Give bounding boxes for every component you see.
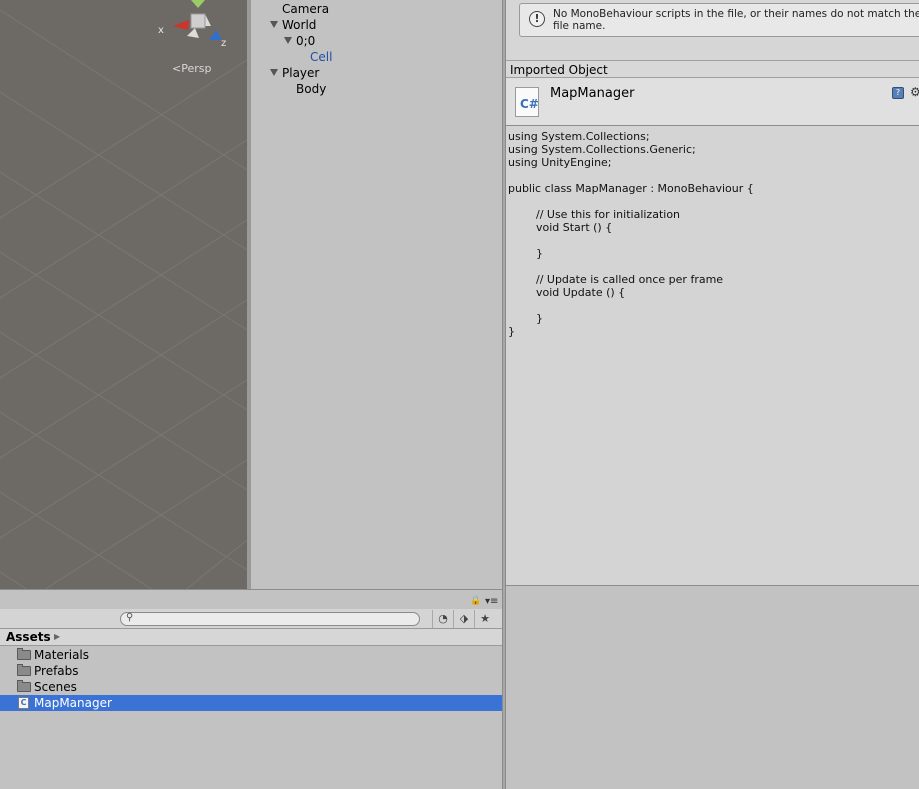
gizmo-x-cone[interactable] (173, 20, 189, 30)
asset-item-scenes[interactable]: Scenes (0, 679, 502, 695)
object-name: MapManager (550, 86, 635, 101)
gizmo-z-cone[interactable] (209, 30, 221, 40)
hierarchy-item-label: Camera (282, 2, 330, 16)
csharp-script-icon: C (18, 697, 29, 709)
hierarchy-item-0-0[interactable]: 0;0 (296, 33, 315, 49)
expand-arrow-icon[interactable] (270, 21, 278, 28)
hierarchy-item-label: Player (282, 66, 320, 80)
search-input[interactable] (120, 612, 420, 626)
panel-menu-icon[interactable]: ▾≡ (485, 596, 498, 607)
hierarchy-item-label: 0;0 (296, 34, 316, 48)
folder-icon (17, 664, 31, 676)
gizmo-center-cube[interactable] (190, 13, 206, 29)
csharp-file-icon: C# (515, 87, 539, 117)
hierarchy-panel: Camera World 0;0 Cell Player Body (250, 0, 503, 589)
hierarchy-item-camera[interactable]: Camera (282, 1, 329, 17)
inspector-panel: ! No MonoBehaviour scripts in the file, … (506, 0, 919, 585)
scene-grid (0, 9, 247, 589)
warning-icon: ! (529, 11, 545, 27)
expand-arrow-icon[interactable] (270, 69, 278, 76)
gear-icon[interactable]: ⚙ (910, 85, 919, 99)
asset-label: Materials (34, 648, 90, 662)
hierarchy-item-cell[interactable]: Cell (310, 49, 332, 65)
assets-breadcrumb: Assets ▶ (0, 629, 502, 646)
folder-icon (17, 680, 31, 692)
search-icon: ⚲ (126, 612, 134, 623)
script-preview: using System.Collections; using System.C… (506, 126, 919, 585)
warning-helpbox: ! No MonoBehaviour scripts in the file, … (519, 3, 919, 37)
orientation-gizmo[interactable]: x z (155, 0, 235, 60)
hierarchy-item-player[interactable]: Player (282, 65, 319, 81)
gizmo-y-cone[interactable] (191, 0, 205, 8)
search-by-label-button[interactable]: ⬗ (453, 610, 474, 628)
project-tab-strip (0, 589, 502, 609)
hierarchy-item-body[interactable]: Body (296, 81, 326, 97)
gizmo-z-label: z (221, 38, 226, 49)
inspector-empty-area (506, 585, 919, 789)
assets-list: Materials Prefabs Scenes C MapManager (0, 646, 502, 789)
tag-icon: ⬗ (459, 612, 469, 625)
asset-label: MapManager (34, 696, 112, 710)
imported-object-header: Imported Object (506, 60, 919, 78)
expand-arrow-icon[interactable] (284, 37, 292, 44)
gizmo-x-label: x (158, 25, 164, 36)
chevron-right-icon: ▶ (54, 632, 61, 641)
script-code: using System.Collections; using System.C… (508, 130, 754, 338)
shapes-icon: ◔ (438, 612, 448, 625)
star-icon: ★ (480, 612, 490, 625)
persp-toggle[interactable]: <Persp (172, 62, 211, 75)
scene-view[interactable]: x z <Persp (0, 0, 247, 589)
search-by-type-button[interactable]: ◔ (432, 610, 453, 628)
warning-text: No MonoBehaviour scripts in the file, or… (553, 8, 919, 32)
hierarchy-item-label: Body (296, 82, 327, 96)
asset-label: Scenes (34, 680, 77, 694)
object-header: C# MapManager ? ⚙ (506, 78, 919, 126)
section-label: Imported Object (510, 63, 608, 77)
breadcrumb-assets[interactable]: Assets (6, 630, 51, 644)
file-icon-glyph: C# (520, 97, 539, 111)
favorites-button[interactable]: ★ (474, 610, 495, 628)
project-toolbar: ⚲ ◔ ⬗ ★ (0, 609, 502, 629)
persp-label: Persp (181, 62, 212, 75)
chevron-left-icon: < (172, 62, 182, 75)
asset-label: Prefabs (34, 664, 79, 678)
asset-item-mapmanager[interactable]: C MapManager (0, 695, 502, 711)
asset-item-materials[interactable]: Materials (0, 647, 502, 663)
hierarchy-item-label: Cell (310, 50, 333, 64)
lock-icon[interactable]: 🔒 (470, 596, 481, 606)
hierarchy-item-label: World (282, 18, 317, 32)
hierarchy-item-world[interactable]: World (282, 17, 316, 33)
help-icon[interactable]: ? (892, 87, 904, 99)
folder-icon (17, 648, 31, 660)
asset-item-prefabs[interactable]: Prefabs (0, 663, 502, 679)
